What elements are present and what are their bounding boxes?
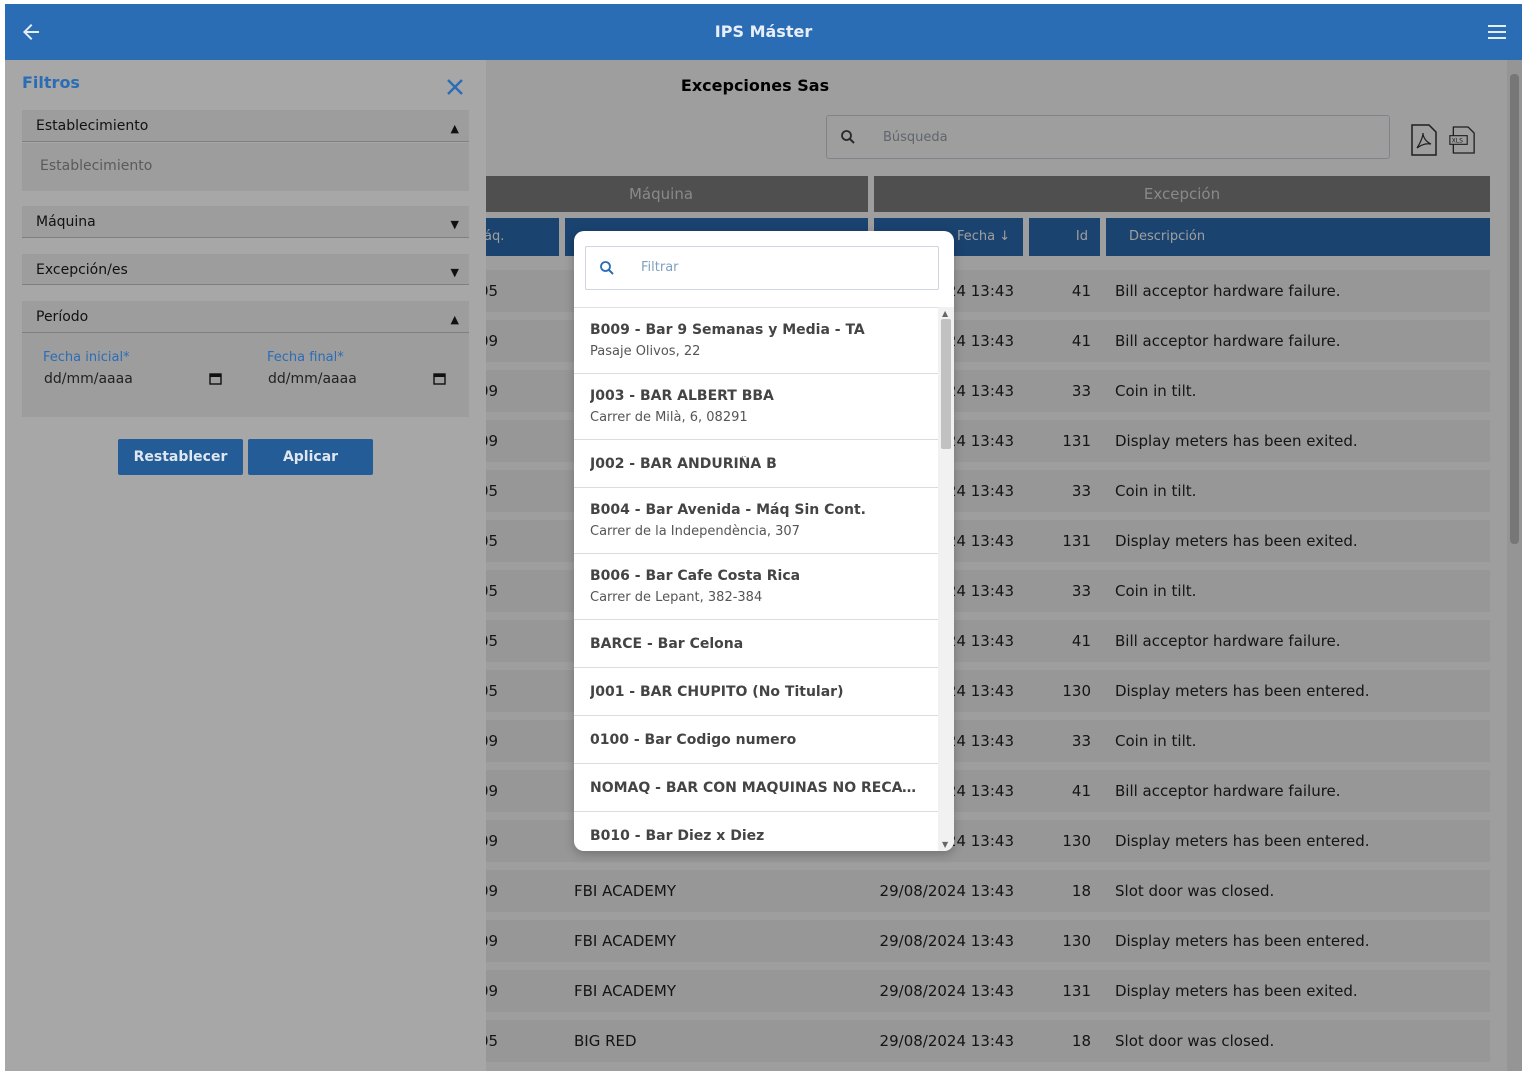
dropdown-option[interactable]: NOMAQ - BAR CON MAQUINAS NO RECAU... [574,764,938,812]
scroll-up-icon[interactable]: ▲ [942,309,948,318]
dropdown-filter-placeholder: Filtrar [641,260,679,275]
app-title: IPS Máster [714,22,813,41]
dropdown-option[interactable]: J003 - BAR ALBERT BBA Carrer de Milà, 6, … [574,374,938,440]
dropdown-option[interactable]: B009 - Bar 9 Semanas y Media - TA Pasaje … [574,308,938,374]
hamburger-menu-icon[interactable] [1486,22,1508,42]
fecha-inicial-label: Fecha inicial* [43,350,130,365]
option-name: 0100 - Bar Codigo numero [590,731,797,748]
option-name: NOMAQ - BAR CON MAQUINAS NO RECAU... [590,779,922,796]
option-name: B009 - Bar 9 Semanas y Media - TA [590,322,865,338]
dropdown-option[interactable]: B010 - Bar Diez x Diez [574,812,938,851]
fecha-inicial-input[interactable]: dd/mm/aaaa [44,371,133,387]
section-maquina-label: Máquina [36,214,96,230]
option-address: Pasaje Olivos, 22 [590,344,701,359]
chevron-up-icon: ▲ [450,313,459,326]
chevron-down-icon: ▼ [450,218,459,231]
scroll-down-icon[interactable]: ▼ [942,840,948,849]
period-fields: Fecha inicial* dd/mm/aaaa Fecha final* d… [22,333,469,417]
option-name: BARCE - Bar Celona [590,635,744,652]
establecimiento-dropdown: Filtrar B009 - Bar 9 Semanas y Media - T… [574,231,954,851]
establecimiento-select[interactable]: Establecimiento [22,143,469,191]
option-name: B006 - Bar Cafe Costa Rica [590,568,801,584]
calendar-icon[interactable] [433,372,446,385]
dropdown-filter-input[interactable]: Filtrar [585,246,939,290]
dropdown-option[interactable]: J002 - BAR ANDURIÑA B [574,440,938,488]
calendar-icon[interactable] [209,372,222,385]
option-name: J002 - BAR ANDURIÑA B [590,455,777,472]
section-periodo-label: Período [36,309,89,325]
dropdown-option[interactable]: BARCE - Bar Celona [574,620,938,668]
filters-panel: Filtros Establecimiento ▲ Establecimient… [5,60,486,1071]
close-icon[interactable] [445,77,465,97]
section-establecimiento-label: Establecimiento [36,118,149,134]
filters-title: Filtros [22,73,80,92]
option-name: J003 - BAR ALBERT BBA [590,388,774,404]
option-address: Carrer de la Independència, 307 [590,524,800,539]
dropdown-scrollbar-thumb[interactable] [941,319,951,449]
dropdown-option[interactable]: 0100 - Bar Codigo numero [574,716,938,764]
apply-button[interactable]: Aplicar [248,439,373,475]
dropdown-option[interactable]: J001 - BAR CHUPITO (No Titular) [574,668,938,716]
dropdown-scrollbar[interactable]: ▲ ▼ [938,307,954,851]
search-icon [600,261,614,275]
dropdown-options-list: B009 - Bar 9 Semanas y Media - TA Pasaje … [574,307,938,851]
dropdown-option[interactable]: B006 - Bar Cafe Costa Rica Carrer de Lepa… [574,554,938,620]
section-excepciones[interactable]: Excepción/es ▼ [22,254,469,285]
section-periodo[interactable]: Período ▲ [22,301,469,333]
option-name: B004 - Bar Avenida - Máq Sin Cont. [590,502,866,518]
chevron-down-icon: ▼ [450,266,459,279]
option-address: Carrer de Lepant, 382-384 [590,590,763,605]
section-excepciones-label: Excepción/es [36,262,128,278]
app-bar: IPS Máster [5,4,1522,60]
option-address: Carrer de Milà, 6, 08291 [590,410,748,425]
establecimiento-placeholder: Establecimiento [40,158,153,174]
option-name: B010 - Bar Diez x Diez [590,827,765,844]
reset-button[interactable]: Restablecer [118,439,243,475]
fecha-final-label: Fecha final* [267,350,344,365]
fecha-final-input[interactable]: dd/mm/aaaa [268,371,357,387]
option-name: J001 - BAR CHUPITO (No Titular) [590,683,844,700]
dropdown-option[interactable]: B004 - Bar Avenida - Máq Sin Cont. Carrer… [574,488,938,554]
section-maquina[interactable]: Máquina ▼ [22,206,469,238]
section-establecimiento[interactable]: Establecimiento ▲ [22,110,469,142]
chevron-up-icon: ▲ [450,122,459,135]
